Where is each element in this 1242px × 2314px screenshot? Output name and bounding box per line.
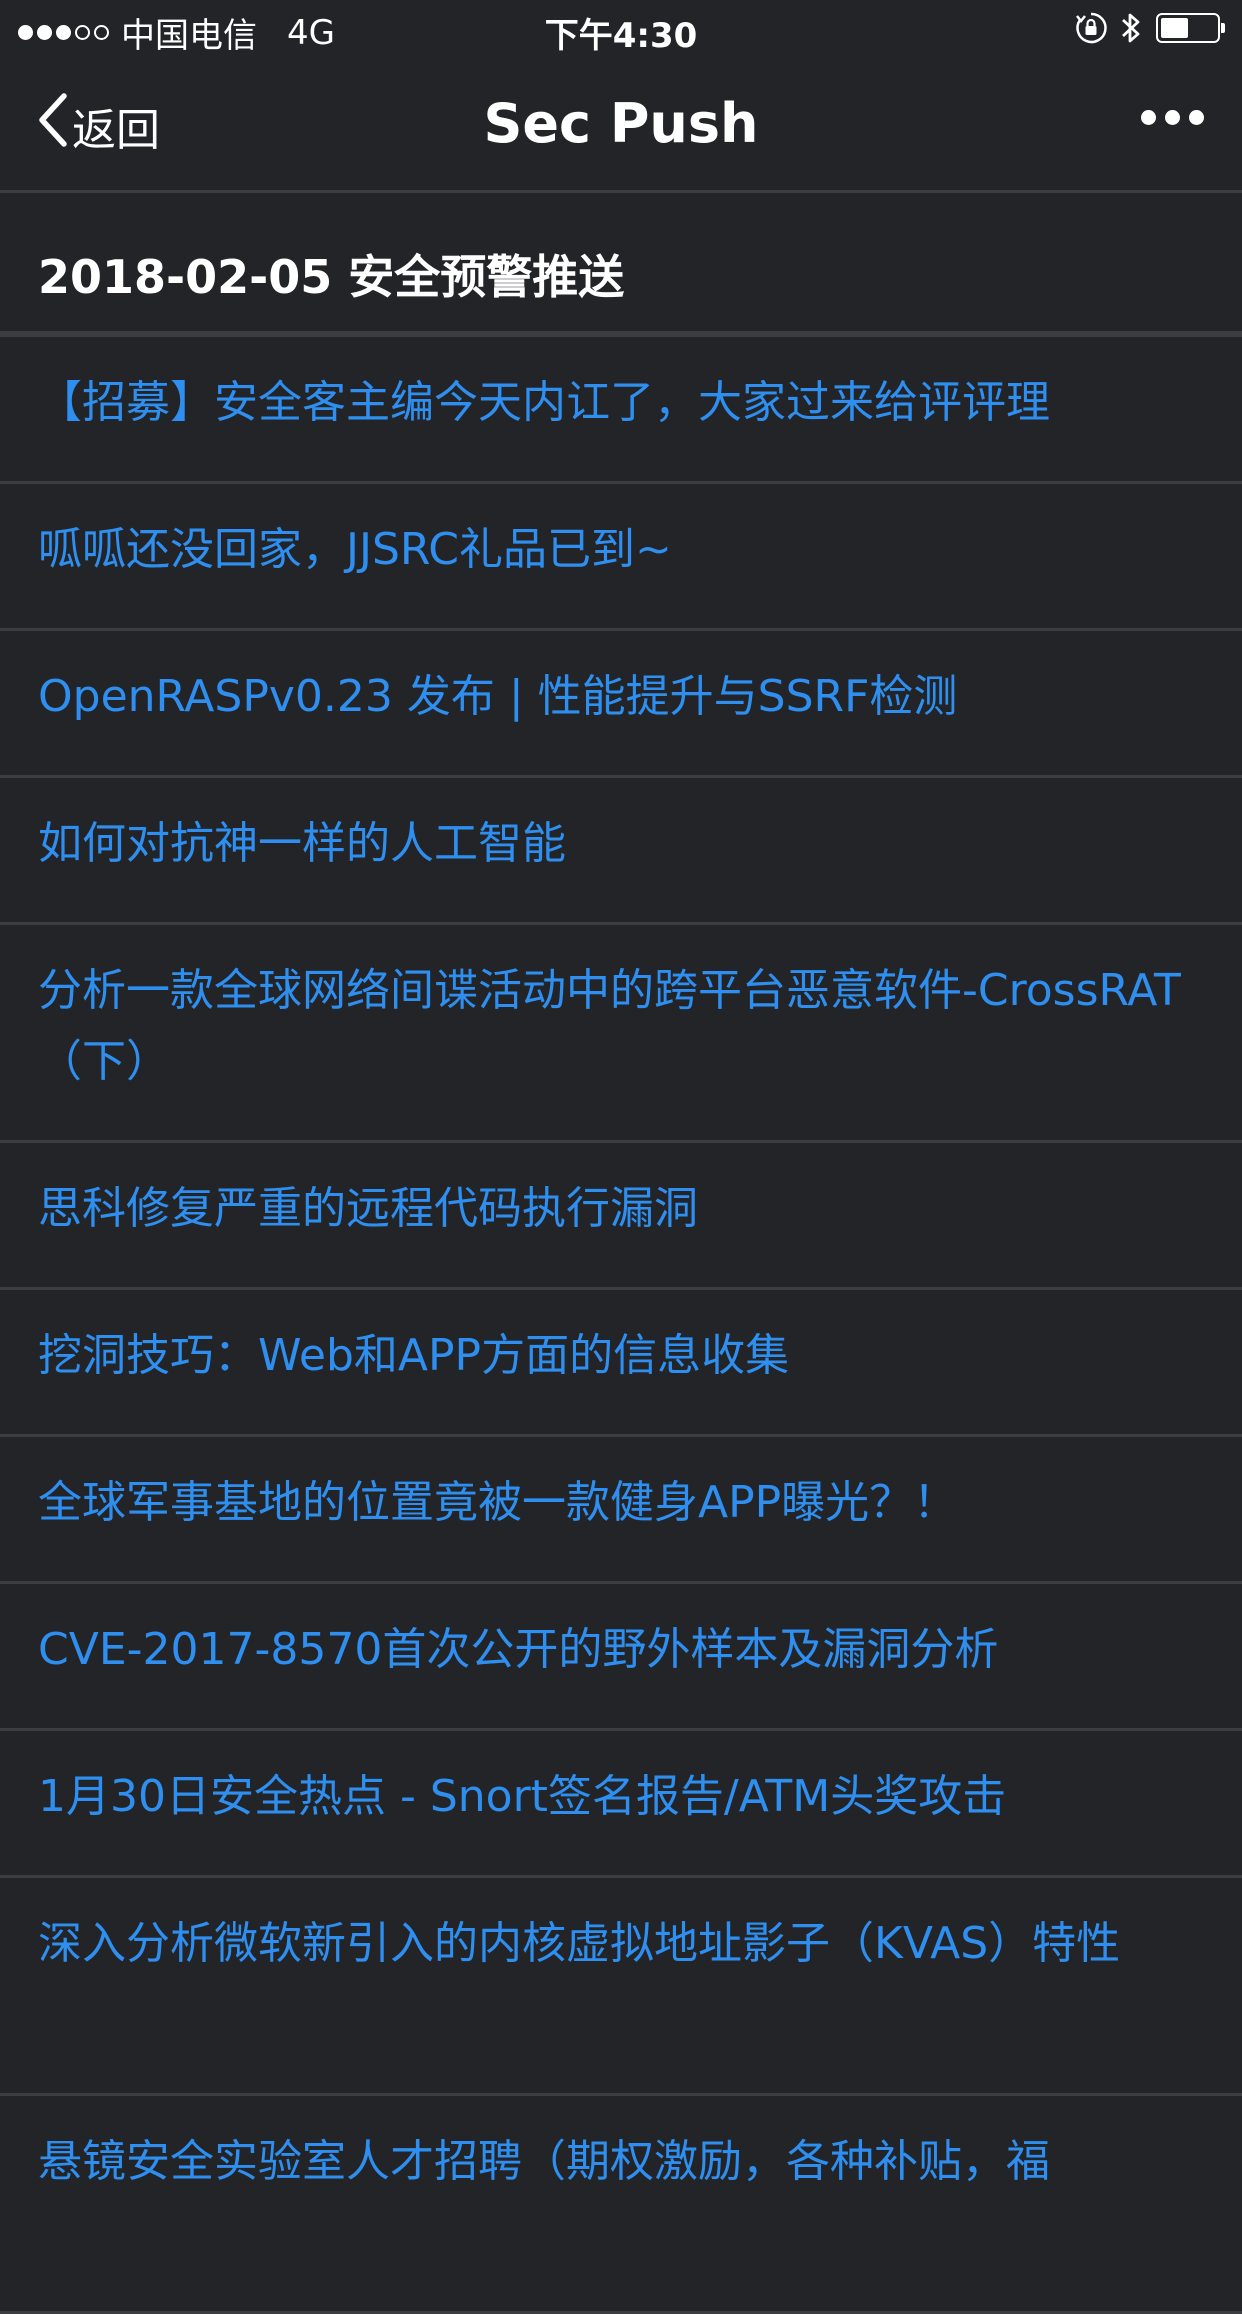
status-time: 下午4:30: [544, 16, 698, 56]
article-title: 呱呱还没回家，JJSRC礼品已到~: [38, 524, 672, 575]
article-title: 深入分析微软新引入的内核虚拟地址影子（KVAS）特性: [38, 1918, 1121, 1969]
list-item[interactable]: 挖洞技巧：Web和APP方面的信息收集: [0, 1290, 1242, 1437]
list-item[interactable]: 全球军事基地的位置竟被一款健身APP曝光？！: [0, 1437, 1242, 1584]
article-title: 悬镜安全实验室人才招聘（期权激励，各种补贴，福: [38, 2136, 1050, 2187]
article-title: 如何对抗神一样的人工智能: [38, 818, 566, 869]
list-item[interactable]: 分析一款全球网络间谍活动中的跨平台恶意软件-CrossRAT（下）: [0, 925, 1242, 1143]
list-item[interactable]: 思科修复严重的远程代码执行漏洞: [0, 1143, 1242, 1290]
list-item[interactable]: OpenRASPv0.23 发布 | 性能提升与SSRF检测: [0, 631, 1242, 778]
list-item[interactable]: 1月30日安全热点 - Snort签名报告/ATM头奖攻击: [0, 1731, 1242, 1878]
article-title: 思科修复严重的远程代码执行漏洞: [38, 1183, 698, 1234]
article-title: CVE-2017-8570首次公开的野外样本及漏洞分析: [38, 1624, 999, 1675]
list-item[interactable]: 【招募】安全客主编今天内讧了，大家过来给评评理: [0, 337, 1242, 484]
list-item[interactable]: 如何对抗神一样的人工智能: [0, 778, 1242, 925]
article-title: 分析一款全球网络间谍活动中的跨平台恶意软件-CrossRAT（下）: [38, 965, 1181, 1087]
battery-icon: [1156, 13, 1225, 43]
more-icon: [1132, 110, 1204, 125]
bluetooth-icon: [1120, 10, 1142, 46]
list-item[interactable]: 深入分析微软新引入的内核虚拟地址影子（KVAS）特性: [0, 1878, 1242, 2096]
list-item[interactable]: 呱呱还没回家，JJSRC礼品已到~: [0, 484, 1242, 631]
article-title: 【招募】安全客主编今天内讧了，大家过来给评评理: [38, 377, 1050, 428]
status-bar: 中国电信 4G 下午4:30: [0, 0, 1242, 62]
article-title: OpenRASPv0.23 发布 | 性能提升与SSRF检测: [38, 671, 958, 722]
article-title: 全球军事基地的位置竟被一款健身APP曝光？！: [38, 1477, 958, 1528]
navigation-bar: 返回 Sec Push: [0, 62, 1242, 190]
article-title: 1月30日安全热点 - Snort签名报告/ATM头奖攻击: [38, 1771, 1007, 1822]
status-right: [1074, 10, 1225, 46]
article-title: 挖洞技巧：Web和APP方面的信息收集: [38, 1330, 790, 1381]
page-title: Sec Push: [483, 92, 759, 155]
article-list: 2018-02-05 安全预警推送 【招募】安全客主编今天内讧了，大家过来给评评…: [0, 190, 1242, 2314]
rotation-lock-icon: [1074, 11, 1108, 45]
list-item[interactable]: 悬镜安全实验室人才招聘（期权激励，各种补贴，福: [0, 2096, 1242, 2314]
list-item[interactable]: CVE-2017-8570首次公开的野外样本及漏洞分析: [0, 1584, 1242, 1731]
list-header: 2018-02-05 安全预警推送: [0, 193, 1242, 337]
more-options-button[interactable]: [1132, 110, 1204, 125]
